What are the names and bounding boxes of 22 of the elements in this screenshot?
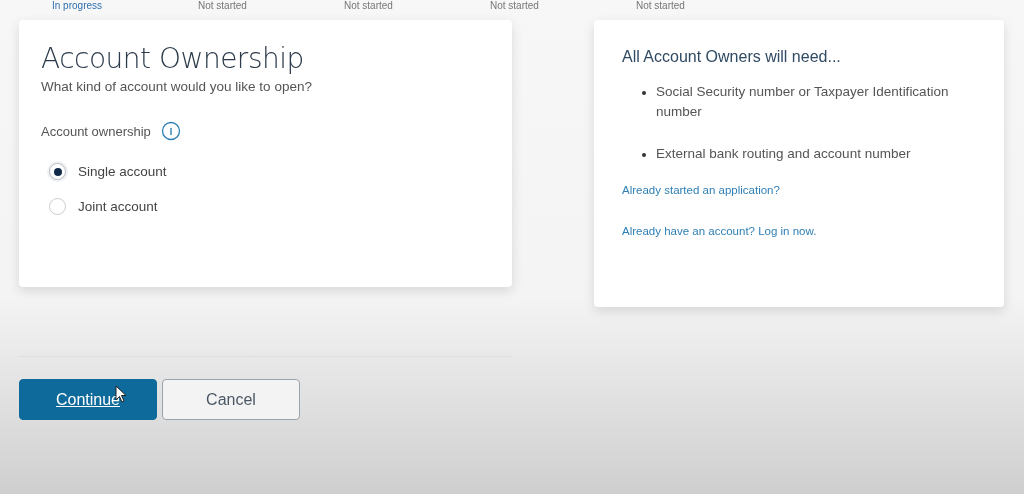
- radio-button[interactable]: [49, 198, 66, 215]
- step-label: Not started: [636, 0, 686, 12]
- radio-button[interactable]: [49, 163, 66, 180]
- requirement-text: External bank routing and account number: [656, 145, 911, 163]
- info-title: All Account Owners will need...: [622, 48, 841, 66]
- info-icon[interactable]: [160, 121, 181, 141]
- bullet-icon: [642, 91, 646, 95]
- requirement-text: Social Security number or Taxpayer Identification number: [656, 83, 950, 121]
- link[interactable]: Already have an account? Log in now.: [622, 225, 817, 237]
- radio-option[interactable]: Single account: [41, 163, 167, 180]
- step-label: Not started: [490, 0, 540, 12]
- step-label: Not started: [198, 0, 248, 12]
- step-label: In progress: [52, 0, 104, 12]
- form-subtitle: What kind of account would you like to open?: [41, 79, 312, 94]
- bullet-icon: [642, 153, 646, 157]
- link[interactable]: Already started an application?: [622, 184, 780, 196]
- form-title: Account Ownership: [41, 42, 304, 75]
- field-label: Account ownership: [41, 123, 151, 139]
- continue-button[interactable]: Continue: [19, 379, 157, 420]
- radio-option[interactable]: Joint account: [41, 198, 158, 215]
- cancel-button[interactable]: Cancel: [162, 379, 300, 420]
- step-label: Not started: [344, 0, 394, 12]
